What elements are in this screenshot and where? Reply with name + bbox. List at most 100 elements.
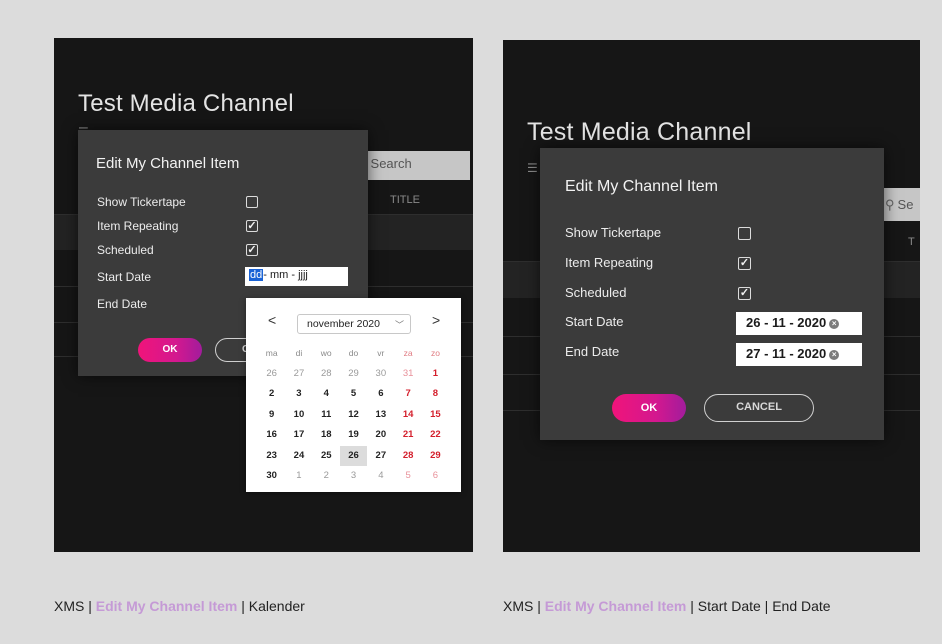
calendar-day[interactable]: 2 <box>313 466 340 487</box>
caption-accent: Edit My Channel Item <box>95 598 238 614</box>
month-segment[interactable]: mm <box>270 269 288 281</box>
weekday-label: za <box>403 348 413 358</box>
calendar-day[interactable]: 14 <box>394 405 421 426</box>
clear-icon[interactable]: × <box>829 319 840 329</box>
calendar-day[interactable]: 28 <box>313 364 340 385</box>
label-start-date: Start Date <box>97 270 152 284</box>
end-date-input[interactable]: 27 - 11 - 2020 × <box>736 343 862 366</box>
checkbox-scheduled[interactable]: ✓ <box>738 287 751 300</box>
check-icon: ✓ <box>739 257 750 269</box>
start-date-input[interactable]: 26 - 11 - 2020 × <box>736 312 862 335</box>
top-bar <box>503 40 920 80</box>
calendar-day[interactable]: 2 <box>258 384 285 405</box>
weekday-label: wo <box>320 348 332 358</box>
calendar-day[interactable]: 30 <box>258 466 285 487</box>
caption-prefix: XMS | <box>54 598 96 614</box>
week-row: 2345678 <box>258 384 449 405</box>
prev-month-button[interactable]: < <box>268 312 276 328</box>
date-separator: - <box>263 269 270 281</box>
edit-item-dialog: Edit My Channel Item Show Tickertape Ite… <box>540 148 884 440</box>
start-date-value: 26 - 11 - 2020 <box>746 315 827 330</box>
calendar-day[interactable]: 5 <box>340 384 367 405</box>
dialog-title: Edit My Channel Item <box>96 155 240 172</box>
calendar-day[interactable]: 26 <box>339 445 368 466</box>
ok-button[interactable]: OK <box>138 338 202 362</box>
checkbox-show-tickertape[interactable] <box>246 196 258 208</box>
calendar-day[interactable]: 6 <box>422 466 449 487</box>
calendar-day[interactable]: 18 <box>313 425 340 446</box>
calendar-day[interactable]: 3 <box>285 384 312 405</box>
caption-right: XMS | Edit My Channel Item | Start Date … <box>503 598 831 614</box>
calendar-day[interactable]: 29 <box>340 364 367 385</box>
next-month-button[interactable]: > <box>432 312 440 328</box>
calendar-day[interactable]: 23 <box>258 446 285 467</box>
list-icon[interactable]: ☰ <box>527 162 538 174</box>
column-header-title[interactable]: T <box>908 236 915 248</box>
calendar-day[interactable]: 6 <box>367 384 394 405</box>
calendar-day[interactable]: 9 <box>258 405 285 426</box>
column-header-title[interactable]: TITLE <box>390 194 420 206</box>
search-placeholder: Search <box>370 156 412 171</box>
checkbox-item-repeating[interactable]: ✓ <box>246 220 258 232</box>
calendar-day[interactable]: 11 <box>313 405 340 426</box>
chevron-down-icon: ﹀ <box>394 320 404 330</box>
calendar-day[interactable]: 16 <box>258 425 285 446</box>
calendar-day[interactable]: 30 <box>367 364 394 385</box>
cancel-button[interactable]: CANCEL <box>704 394 814 422</box>
calendar-day[interactable]: 29 <box>422 446 449 467</box>
week-row: 26 27 28 29 30 31 1 <box>258 364 449 385</box>
weekday-label: di <box>295 348 303 358</box>
calendar-day[interactable]: 21 <box>394 425 421 446</box>
calendar-day[interactable]: 5 <box>394 466 421 487</box>
label-show-tickertape: Show Tickertape <box>565 225 662 240</box>
week-row: 9 10 11 12 13 14 15 <box>258 405 449 426</box>
month-select[interactable]: november 2020 ﹀ <box>297 314 411 334</box>
calendar-day[interactable]: 20 <box>367 425 394 446</box>
calendar-day[interactable]: 22 <box>422 425 449 446</box>
app-title: Test Media Channel <box>527 118 752 146</box>
calendar-day[interactable]: 1 <box>285 466 312 487</box>
checkbox-item-repeating[interactable]: ✓ <box>738 257 751 270</box>
calendar-day[interactable]: 28 <box>394 446 421 467</box>
weekday-label: ma <box>265 348 278 358</box>
screenshot-calendar: Test Media Channel ☰ ⚲Search TITLE Edit … <box>54 38 473 552</box>
search-input[interactable]: ⚲Search <box>354 151 470 180</box>
search-input[interactable]: ⚲ Se <box>884 188 920 221</box>
ok-button[interactable]: OK <box>612 394 686 422</box>
calendar-day[interactable]: 25 <box>313 446 340 467</box>
checkbox-show-tickertape[interactable] <box>738 227 751 240</box>
calendar-day[interactable]: 26 <box>258 364 285 385</box>
checkbox-scheduled[interactable]: ✓ <box>246 244 258 256</box>
caption-accent: Edit My Channel Item <box>544 598 687 614</box>
calendar-day[interactable]: 3 <box>340 466 367 487</box>
calendar-day[interactable]: 15 <box>422 405 449 426</box>
calendar-day[interactable]: 8 <box>422 384 449 405</box>
calendar-popup: < november 2020 ﹀ > ma di wo do vr za zo 26 27 28… <box>246 298 461 492</box>
calendar-day[interactable]: 17 <box>285 425 312 446</box>
calendar-day[interactable]: 12 <box>340 405 367 426</box>
label-scheduled: Scheduled <box>97 243 154 257</box>
label-show-tickertape: Show Tickertape <box>97 195 186 209</box>
calendar-day[interactable]: 27 <box>285 364 312 385</box>
weekday-row: ma di wo do vr za zo <box>258 343 449 364</box>
calendar-day[interactable]: 4 <box>313 384 340 405</box>
search-placeholder: Se <box>897 197 914 212</box>
year-segment[interactable]: jjjj <box>298 269 308 281</box>
calendar-day[interactable]: 27 <box>367 446 394 467</box>
caption-suffix: | Kalender <box>237 598 305 614</box>
start-date-input[interactable]: dd- mm - jjjj <box>245 267 348 286</box>
clear-icon[interactable]: × <box>829 350 840 360</box>
date-separator: - <box>288 269 299 281</box>
calendar-day[interactable]: 7 <box>394 384 421 405</box>
calendar-day[interactable]: 1 <box>422 364 449 385</box>
calendar-day[interactable]: 24 <box>285 446 312 467</box>
calendar-day[interactable]: 31 <box>394 364 421 385</box>
day-segment[interactable]: dd <box>249 269 264 281</box>
weekday-label: zo <box>430 348 440 358</box>
check-icon: ✓ <box>247 244 257 256</box>
calendar-day[interactable]: 4 <box>367 466 394 487</box>
calendar-day[interactable]: 10 <box>285 405 312 426</box>
calendar-day[interactable]: 19 <box>340 425 367 446</box>
month-label: november 2020 <box>307 318 380 330</box>
calendar-day[interactable]: 13 <box>367 405 394 426</box>
